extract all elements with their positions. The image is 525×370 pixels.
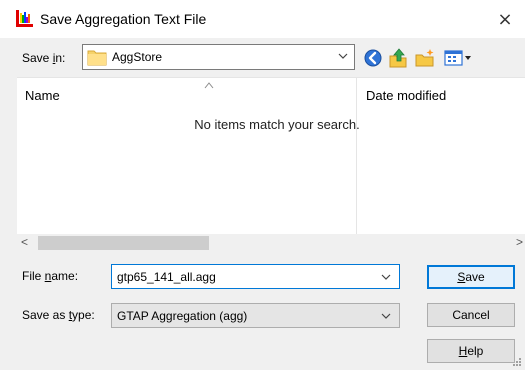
back-arrow-icon (364, 49, 382, 67)
cancel-button[interactable]: Cancel (427, 303, 515, 327)
chevron-down-icon (381, 313, 391, 319)
help-button[interactable]: Help (427, 339, 515, 363)
folder-name: AggStore (112, 50, 163, 64)
save-as-type-label-pre: Save as (22, 308, 69, 322)
file-name-value[interactable]: gtp65_141_all.agg (117, 270, 216, 284)
file-name-label-pre: File (22, 269, 45, 283)
save-in-label-post: n: (55, 51, 66, 65)
save-as-type-label: Save as type: (22, 308, 95, 322)
save-in-label: Save in: (22, 51, 65, 65)
file-name-label-post: ame: (51, 269, 79, 283)
scroll-left-icon[interactable]: < (21, 235, 28, 249)
column-header-name[interactable]: Name (25, 88, 60, 103)
close-icon: × (497, 8, 513, 30)
back-button[interactable] (362, 47, 384, 69)
save-button-label: ave (465, 270, 485, 284)
view-menu-button[interactable] (443, 47, 473, 69)
save-button-key: S (457, 270, 466, 284)
save-dialog: Save Aggregation Text File × Save in: Ag… (0, 0, 525, 370)
rainbow-app-icon (16, 10, 33, 27)
chevron-down-icon[interactable] (380, 270, 392, 284)
new-folder-button[interactable] (414, 47, 436, 69)
help-button-key: H (458, 344, 468, 358)
save-as-type-dropdown[interactable]: GTAP Aggregation (agg) (111, 303, 400, 328)
column-header-date-modified[interactable]: Date modified (366, 88, 446, 103)
horizontal-scrollbar[interactable]: < > (17, 234, 525, 252)
save-as-type-value: GTAP Aggregation (agg) (117, 309, 248, 323)
window-title: Save Aggregation Text File (40, 11, 207, 27)
save-in-label-pre: Save (22, 51, 53, 65)
file-name-input[interactable]: gtp65_141_all.agg (111, 264, 400, 289)
help-button-label: elp (467, 344, 484, 358)
close-button[interactable]: × (485, 0, 525, 38)
scroll-right-icon[interactable]: > (516, 235, 523, 249)
new-folder-icon (415, 49, 434, 67)
up-folder-icon (389, 48, 407, 68)
view-menu-icon (444, 50, 471, 66)
sort-ascending-icon (204, 82, 214, 89)
cancel-button-label: Cancel (452, 308, 490, 322)
scrollbar-thumb[interactable] (38, 236, 209, 250)
file-name-label: File name: (22, 269, 78, 283)
save-as-type-label-post: ype: (72, 308, 95, 322)
column-divider[interactable] (356, 78, 357, 234)
save-in-dropdown[interactable]: AggStore (82, 44, 355, 70)
title-bar: Save Aggregation Text File × (0, 0, 525, 38)
empty-list-message: No items match your search. (194, 117, 360, 132)
chevron-down-icon (338, 53, 348, 59)
resize-grip-icon[interactable] (512, 357, 522, 367)
save-button[interactable]: Save (427, 265, 515, 289)
file-list[interactable]: Name Date modified No items match your s… (17, 77, 525, 252)
up-folder-button[interactable] (387, 47, 409, 69)
folder-icon (87, 50, 107, 66)
